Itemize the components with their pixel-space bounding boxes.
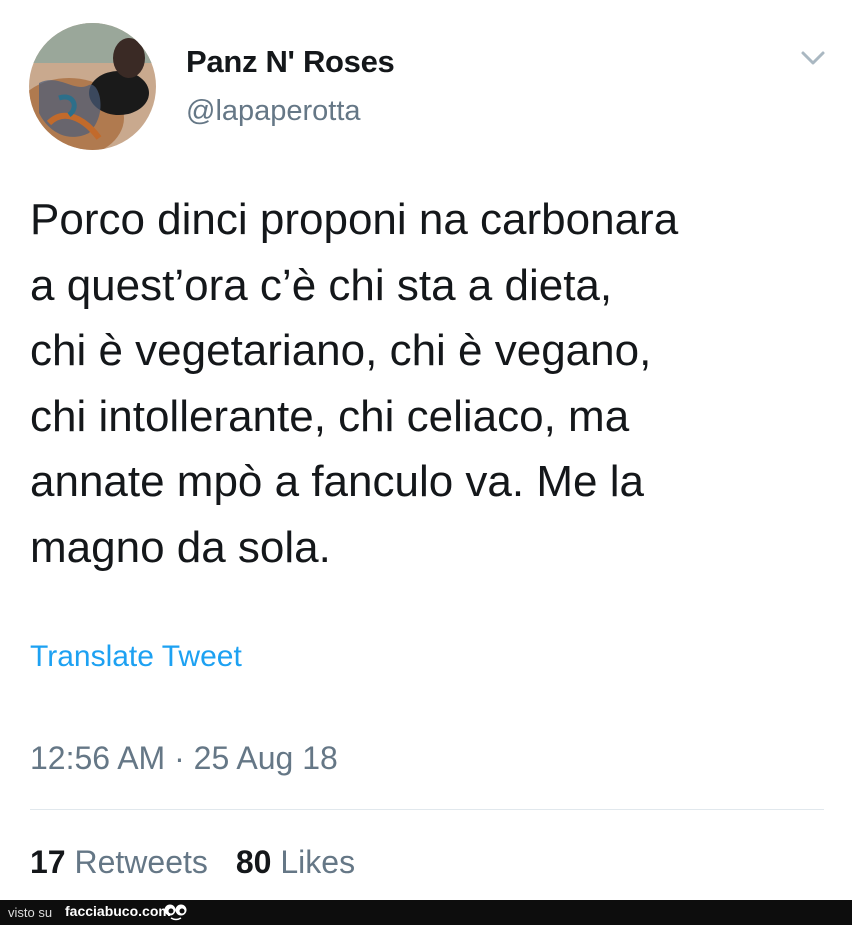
translate-tweet-link[interactable]: Translate Tweet <box>30 640 242 674</box>
likes-label: Likes <box>280 844 356 880</box>
chevron-down-icon[interactable] <box>797 46 829 70</box>
tweet-text-line: chi intollerante, chi celiaco, ma <box>30 391 630 441</box>
footer-prefix: visto su <box>8 905 53 920</box>
tweet-text-line: Porco dinci proponi na carbonara <box>30 195 679 244</box>
tweet-text-line: a quest’ora c’è chi sta a dieta, <box>30 260 613 310</box>
tweet-text-line: chi è vegetariano, chi è vegano, <box>30 326 652 375</box>
user-avatar-image <box>29 23 156 150</box>
likes-count: 80 <box>235 844 272 880</box>
retweets-stat[interactable]: 17 Retweets <box>30 844 208 880</box>
tweet-stats: 17 Retweets 80 Likes <box>30 844 355 881</box>
display-name[interactable]: Panz N' Roses <box>186 44 395 80</box>
eyes-icon <box>163 903 189 921</box>
retweets-label: Retweets <box>74 844 208 880</box>
likes-stat[interactable]: 80 Likes <box>236 844 355 880</box>
retweets-count: 17 <box>30 844 66 880</box>
footer-site: facciabuco.com <box>65 903 171 919</box>
tweet-timestamp[interactable]: 12:56 AM · 25 Aug 18 <box>30 740 338 777</box>
tweet-text-line: annate mpò a fanculo va. Me la <box>30 457 644 506</box>
tweet-text-line: magno da sola. <box>30 522 331 572</box>
avatar[interactable] <box>29 23 156 150</box>
tweet-text: Porco dinci proponi na carbonara a quest… <box>30 187 830 580</box>
user-handle[interactable]: @lapaperotta <box>186 95 361 128</box>
divider <box>30 809 824 810</box>
watermark-footer: visto su facciabuco.com <box>0 900 852 925</box>
